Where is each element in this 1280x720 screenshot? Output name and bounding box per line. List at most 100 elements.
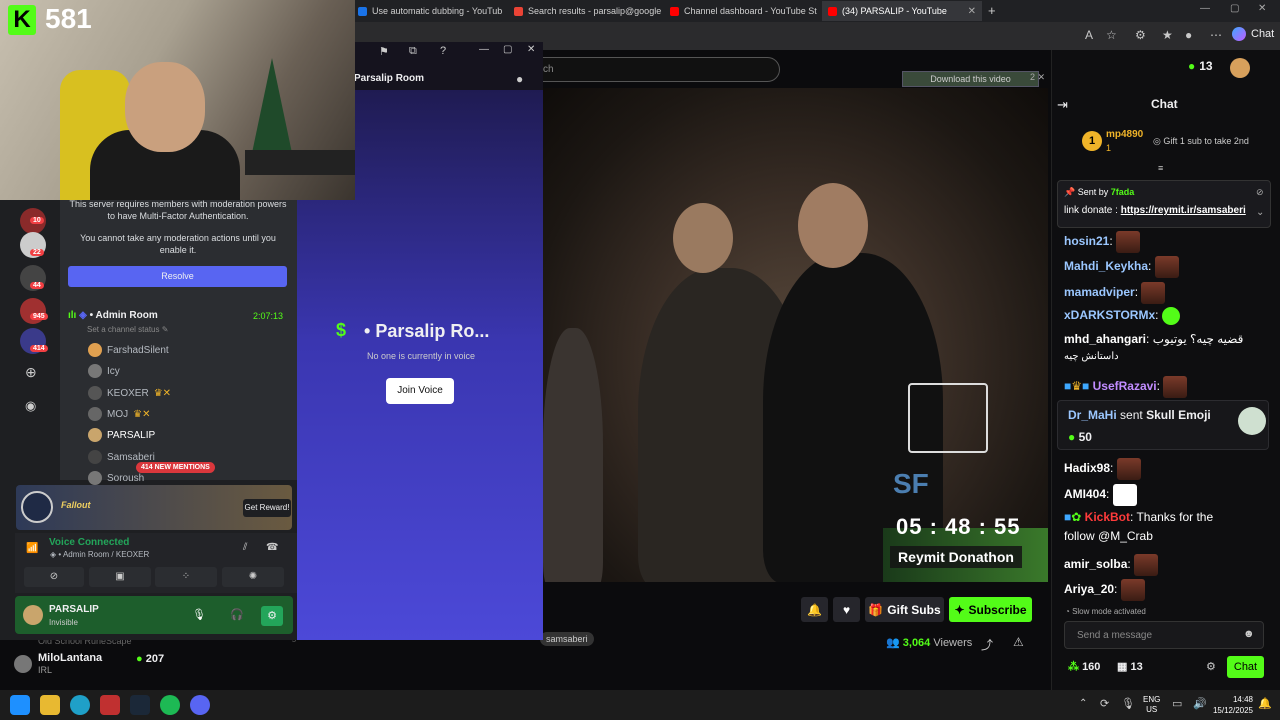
report-icon[interactable]: ⚠ [1013,635,1024,649]
browser-tab[interactable]: Use automatic dubbing - YouTub ✕ [352,1,507,21]
browser-tab[interactable]: Search results - parsalip@google ✕ [508,1,663,21]
pin-icon: 📌 [1064,187,1078,197]
chevron-down-icon[interactable]: ⌄ [1256,207,1264,218]
spotify-icon[interactable] [160,695,180,715]
camera-off-icon[interactable]: ⊘ [24,567,84,587]
expand-leaderboard-icon[interactable]: ≡ [1158,163,1163,173]
minimize-icon[interactable]: — [1200,3,1210,14]
close-icon[interactable]: ✕ [968,6,976,17]
close-window-icon[interactable]: ✕ [1258,3,1266,14]
new-tab-icon[interactable]: + [988,3,996,18]
close-icon[interactable]: ✕ [527,44,535,55]
read-aloud-icon[interactable]: A [1085,28,1093,42]
minimize-icon[interactable]: — [479,44,489,55]
discord-icon[interactable] [190,695,210,715]
maximize-icon[interactable]: ▢ [503,44,512,55]
unpin-icon[interactable]: ⊘ [1256,187,1264,198]
gift-count[interactable]: ▦ 13 [1117,660,1143,673]
add-server-icon[interactable]: ⊕ [25,364,37,381]
send-chat-button[interactable]: Chat [1227,656,1264,678]
kick-points-badge[interactable]: ● 13 [1188,59,1213,73]
avatar[interactable] [23,605,43,625]
microphone-icon[interactable]: 🎙 [1121,697,1135,710]
follow-button[interactable]: ♥ [833,597,860,622]
emote-icon [1161,307,1180,325]
chat-input[interactable]: Send a message ☻ [1064,621,1264,649]
chat-bubble-icon[interactable]: ● [516,72,523,86]
language-indicator[interactable]: ENG US [1143,695,1160,715]
share-icon[interactable]: ⤴ [981,636,993,653]
video-watermark: SF [893,468,929,499]
channel-timer: 2:07:13 [253,311,284,321]
copilot-chat-button[interactable]: Chat [1232,27,1274,41]
collections-icon[interactable]: ★ [1162,28,1173,42]
collapse-chat-icon[interactable]: ⇥ [1057,97,1068,113]
promo-banner[interactable]: Fallout Get Reward! [16,485,292,530]
voice-member[interactable]: KEOXER ♛✕ [88,386,171,400]
microphone-icon[interactable]: 🎙 [192,608,206,621]
chat-message: ■✿ KickBot: Thanks for the [1064,510,1214,524]
clock[interactable]: 14:48 15/12/2025 [1211,694,1253,716]
signal-icon[interactable]: 📶 [26,543,38,554]
user-name: PARSALIP [49,604,99,615]
volume-icon[interactable]: 🔊 [1193,697,1207,710]
search-input[interactable]: ch [520,57,780,82]
chat-settings-icon[interactable]: ⚙ [1206,660,1216,673]
user-avatar[interactable] [1230,58,1250,78]
soundboard-icon[interactable]: ✺ [222,567,284,587]
voice-member[interactable]: Soroush [88,471,144,485]
disconnect-icon[interactable]: ☎ [266,542,278,553]
join-voice-button[interactable]: Join Voice [386,378,454,404]
get-reward-button[interactable]: Get Reward! [243,499,291,517]
app-icon[interactable] [100,695,120,715]
stream-tag[interactable]: samsaberi [540,632,594,646]
channel-status-input[interactable]: Set a channel status ✎ [87,325,168,334]
discover-icon[interactable]: ◉ [25,398,36,414]
steam-icon[interactable] [130,695,150,715]
profile-icon[interactable]: ● [1185,28,1192,42]
tab-favicon-icon [828,6,837,16]
settings-gear-icon[interactable]: ⚙ [261,606,283,626]
kick-points-balance[interactable]: ⁂ 160 [1068,660,1100,673]
voice-member[interactable]: MOJ ♛✕ [88,407,150,421]
activities-icon[interactable]: ⁘ [155,567,217,587]
browser-tab-active[interactable]: (34) PARSALIP - YouTube ✕ [822,1,982,21]
popout-icon[interactable]: ⧉ [409,45,417,58]
edge-browser-icon[interactable] [70,695,90,715]
download-video-button[interactable]: Download this video [902,71,1039,87]
windows-start-icon[interactable] [10,695,30,715]
donate-link[interactable]: https://reymit.ir/samsaberi [1121,205,1246,216]
voice-member[interactable]: FarshadSilent [88,343,169,357]
notification-bell-button[interactable]: 🔔 [801,597,828,622]
gift-subs-button[interactable]: 🎁 Gift Subs [865,597,944,622]
emoji-icon[interactable]: ☻ [1243,628,1255,640]
subscribe-button[interactable]: ✦ Subscribe [949,597,1032,622]
bell-icon: 🔔 [807,602,822,617]
browser-tab[interactable]: Channel dashboard - YouTube St ✕ [664,1,819,21]
voice-member[interactable]: PARSALIP [88,428,155,442]
help-icon[interactable]: ? [440,45,446,57]
noise-suppression-icon[interactable]: ⫽ [243,542,247,553]
more-menu-icon[interactable]: ⋯ [1210,28,1222,42]
top-gifter-name[interactable]: mp4890 [1106,129,1143,140]
network-icon[interactable]: ▭ [1172,697,1182,710]
voice-member[interactable]: Icy [88,364,120,378]
flag-icon[interactable]: ⚑ [379,45,389,58]
resolve-button[interactable]: Resolve [68,266,287,287]
new-mentions-badge[interactable]: 414 NEW MENTIONS [136,462,215,473]
maximize-icon[interactable]: ▢ [1230,3,1239,14]
headphones-icon[interactable]: 🎧 [230,608,244,621]
sidebar-channel-name[interactable]: MiloLantana [38,652,102,664]
tray-chevron-icon[interactable]: ⌃ [1079,698,1087,709]
download-close-icon[interactable]: 2 ✕ [1030,72,1045,83]
notifications-icon[interactable]: 🔔 [1258,697,1272,710]
video-player[interactable]: SF [543,88,1048,582]
screen-share-icon[interactable]: ▣ [89,567,151,587]
favorite-star-icon[interactable]: ☆ [1106,28,1117,42]
extensions-icon[interactable]: ⚙ [1135,28,1146,42]
server-icon[interactable] [20,298,46,324]
voice-channel-item[interactable]: ılı ◈ • Admin Room [68,310,158,321]
crown-icon: ♛✕ [153,387,172,399]
sync-icon[interactable]: ⟳ [1100,697,1109,710]
file-explorer-icon[interactable] [40,695,60,715]
